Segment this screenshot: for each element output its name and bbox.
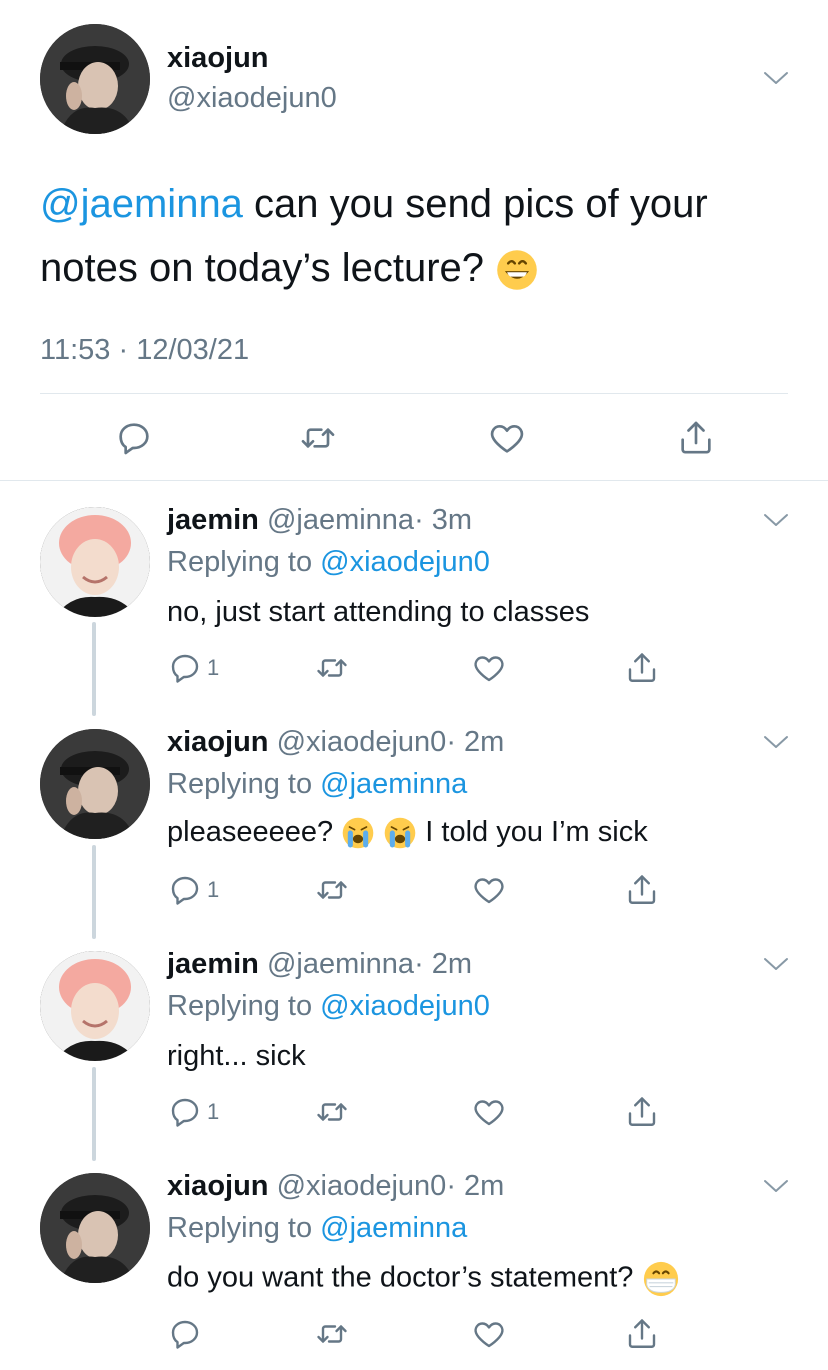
divider bbox=[40, 393, 788, 394]
share-icon bbox=[624, 872, 660, 908]
reply-button[interactable] bbox=[167, 1316, 207, 1352]
author-handle[interactable]: @xiaodejun0 bbox=[167, 82, 337, 115]
share-button[interactable] bbox=[676, 418, 716, 458]
replying-to-link[interactable]: @jaeminna bbox=[320, 768, 467, 800]
author-handle[interactable]: @xiaodejun0 bbox=[277, 1170, 447, 1202]
like-button[interactable] bbox=[487, 418, 527, 458]
loudly-crying-face-emoji bbox=[341, 816, 375, 850]
retweet-icon bbox=[314, 650, 350, 686]
reply-header: jaemin @jaeminna· 2m bbox=[167, 948, 472, 981]
reply-header: xiaojun @xiaodejun0· 2m bbox=[167, 726, 504, 759]
reply-icon bbox=[167, 1316, 203, 1352]
reply-time[interactable]: · 2m bbox=[446, 726, 504, 758]
heart-icon bbox=[471, 872, 507, 908]
chevron-down-icon[interactable] bbox=[763, 512, 789, 528]
reply-icon bbox=[114, 418, 154, 458]
replying-to-link[interactable]: @xiaodejun0 bbox=[320, 990, 490, 1022]
reply-button[interactable]: 1 bbox=[167, 650, 219, 686]
reply-count: 1 bbox=[207, 877, 220, 902]
share-button[interactable] bbox=[624, 872, 660, 908]
reply-count: 1 bbox=[207, 1099, 220, 1124]
share-icon bbox=[624, 650, 660, 686]
share-button[interactable] bbox=[624, 650, 660, 686]
reply-text: no, just start attending to classes bbox=[167, 596, 590, 628]
heart-icon bbox=[471, 650, 507, 686]
replying-to: Replying to @xiaodejun0 bbox=[167, 546, 490, 578]
face-with-medical-mask-emoji bbox=[642, 1260, 680, 1298]
reply-header: xiaojun @xiaodejun0· 2m bbox=[167, 1170, 504, 1203]
reply-button[interactable] bbox=[114, 418, 154, 458]
author-name[interactable]: jaemin bbox=[167, 504, 259, 536]
share-icon bbox=[624, 1316, 660, 1352]
reply-button[interactable]: 1 bbox=[167, 872, 219, 908]
reply-time[interactable]: · 2m bbox=[414, 948, 472, 980]
chevron-down-icon[interactable] bbox=[763, 1178, 789, 1194]
retweet-icon bbox=[298, 418, 338, 458]
share-button[interactable] bbox=[624, 1094, 660, 1130]
heart-icon bbox=[471, 1316, 507, 1352]
replying-to: Replying to @xiaodejun0 bbox=[167, 990, 490, 1022]
thread-line bbox=[92, 1067, 96, 1161]
loudly-crying-face-emoji bbox=[383, 816, 417, 850]
author-name[interactable]: xiaojun bbox=[167, 1170, 269, 1202]
divider bbox=[0, 480, 828, 481]
reply-icon bbox=[167, 650, 203, 686]
like-button[interactable] bbox=[471, 1094, 507, 1130]
mention-link[interactable]: @jaeminna bbox=[40, 182, 243, 226]
reply-icon bbox=[167, 872, 203, 908]
avatar-reply[interactable] bbox=[40, 729, 150, 839]
avatar-reply[interactable] bbox=[40, 951, 150, 1061]
reply-header: jaemin @jaeminna· 3m bbox=[167, 504, 472, 537]
replying-to: Replying to @jaeminna bbox=[167, 1212, 468, 1244]
reply-count: 1 bbox=[207, 655, 220, 680]
reply-text: right... sick bbox=[167, 1040, 306, 1072]
reply-button[interactable]: 1 bbox=[167, 1094, 219, 1130]
chevron-down-icon[interactable] bbox=[763, 956, 789, 972]
like-button[interactable] bbox=[471, 650, 507, 686]
author-name[interactable]: xiaojun bbox=[167, 726, 269, 758]
heart-icon bbox=[487, 418, 527, 458]
author-handle[interactable]: @jaeminna bbox=[267, 948, 414, 980]
thread-line bbox=[92, 845, 96, 939]
share-icon bbox=[676, 418, 716, 458]
chevron-down-icon[interactable] bbox=[763, 734, 789, 750]
retweet-icon bbox=[314, 872, 350, 908]
avatar-main[interactable] bbox=[40, 24, 150, 134]
retweet-button[interactable] bbox=[314, 650, 350, 686]
author-handle[interactable]: @xiaodejun0 bbox=[277, 726, 447, 758]
like-button[interactable] bbox=[471, 872, 507, 908]
retweet-button[interactable] bbox=[298, 418, 338, 458]
retweet-button[interactable] bbox=[314, 1316, 350, 1352]
tweet-text: @jaeminna can you send pics of your note… bbox=[40, 172, 800, 300]
chevron-down-icon[interactable] bbox=[763, 70, 789, 86]
thread-line bbox=[92, 622, 96, 716]
heart-icon bbox=[471, 1094, 507, 1130]
author-name[interactable]: xiaojun bbox=[167, 42, 269, 75]
grinning-face-emoji bbox=[495, 248, 539, 292]
reply-text: pleaseeeee? I told you I’m sick bbox=[167, 816, 648, 850]
share-button[interactable] bbox=[624, 1316, 660, 1352]
avatar-reply[interactable] bbox=[40, 507, 150, 617]
author-handle[interactable]: @jaeminna bbox=[267, 504, 414, 536]
author-name[interactable]: jaemin bbox=[167, 948, 259, 980]
replying-to: Replying to @jaeminna bbox=[167, 768, 468, 800]
share-icon bbox=[624, 1094, 660, 1130]
reply-time[interactable]: · 2m bbox=[446, 1170, 504, 1202]
avatar-reply[interactable] bbox=[40, 1173, 150, 1283]
replying-to-link[interactable]: @xiaodejun0 bbox=[320, 546, 490, 578]
retweet-icon bbox=[314, 1094, 350, 1130]
reply-time[interactable]: · 3m bbox=[414, 504, 472, 536]
reply-icon bbox=[167, 1094, 203, 1130]
tweet-timestamp[interactable]: 11:53 · 12/03/21 bbox=[40, 334, 249, 367]
retweet-icon bbox=[314, 1316, 350, 1352]
replying-to-link[interactable]: @jaeminna bbox=[320, 1212, 467, 1244]
reply-text: do you want the doctor’s statement? bbox=[167, 1260, 680, 1298]
retweet-button[interactable] bbox=[314, 872, 350, 908]
like-button[interactable] bbox=[471, 1316, 507, 1352]
retweet-button[interactable] bbox=[314, 1094, 350, 1130]
